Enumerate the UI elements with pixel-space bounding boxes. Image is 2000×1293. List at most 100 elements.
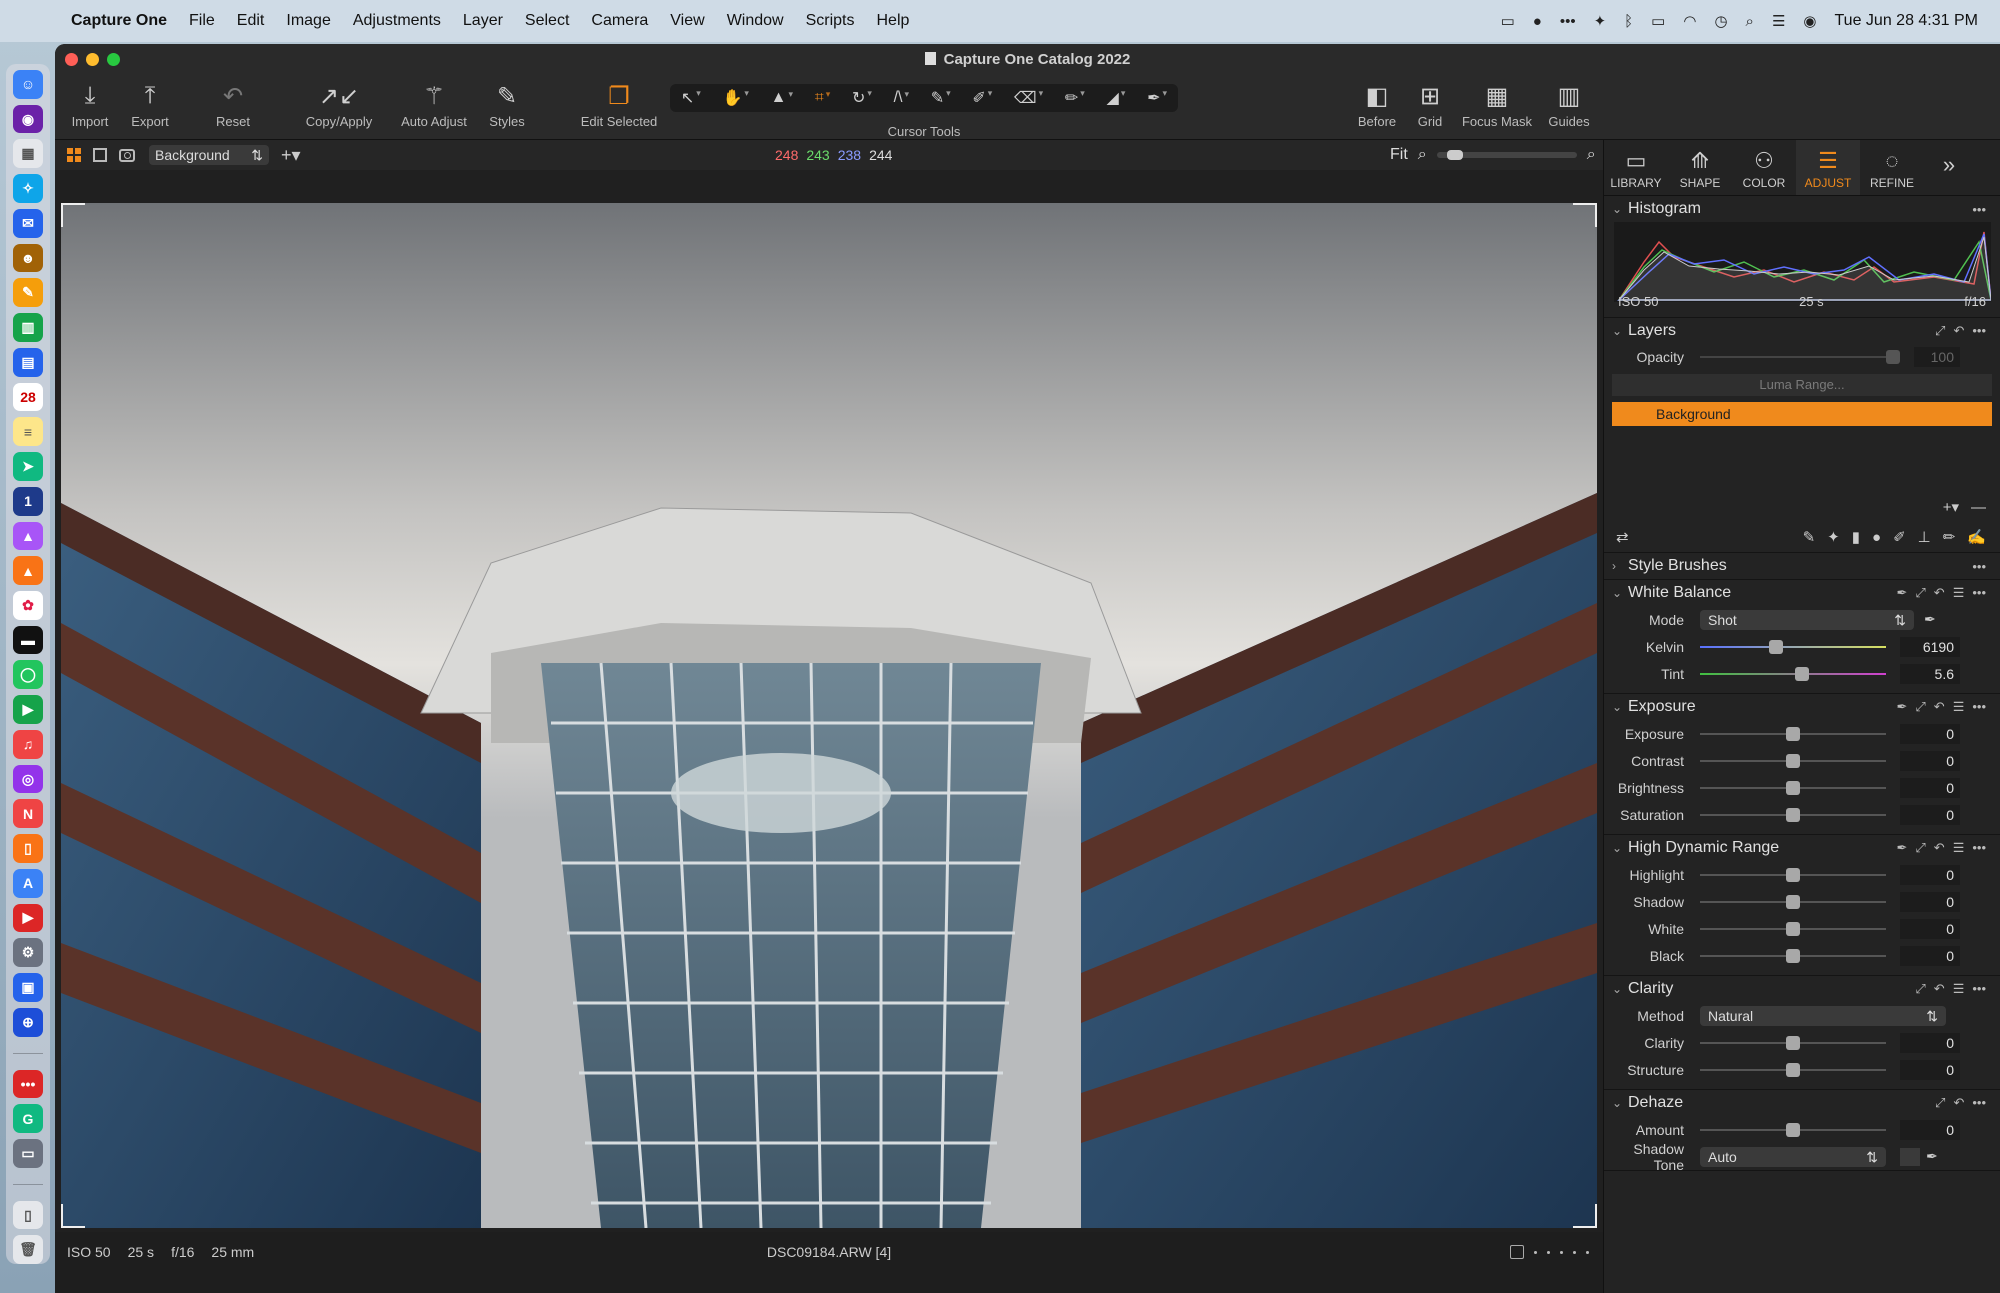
slider-knob[interactable] (1786, 1062, 1800, 1077)
messages-icon[interactable]: ◯ (13, 660, 43, 690)
saturation-value[interactable]: 0 (1900, 804, 1960, 825)
picker-icon[interactable]: ✒ (1896, 840, 1907, 856)
tab-library[interactable]: ▭ LIBRARY (1604, 140, 1668, 195)
system-preferences-icon[interactable]: ⚙ (13, 938, 43, 968)
guides-button[interactable]: ▥ Guides (1541, 78, 1597, 130)
presets-icon[interactable]: ☰ (1953, 981, 1965, 997)
saturation-slider[interactable] (1700, 807, 1886, 822)
affinity-photo-icon[interactable]: ▲ (13, 521, 43, 551)
crop-handle-tr[interactable] (1573, 203, 1597, 227)
more-apps-icon[interactable]: ••• (13, 1069, 43, 1099)
slider-knob[interactable] (1769, 639, 1784, 654)
dehaze-header[interactable]: ⌄ Dehaze ⤢ ↶ ••• (1604, 1090, 2000, 1116)
zoom-in-icon[interactable]: ⌕ (1587, 146, 1596, 164)
contrast-value[interactable]: 0 (1900, 750, 1960, 771)
add-layer-icon[interactable]: +▾ (281, 145, 301, 166)
black-value[interactable]: 0 (1900, 945, 1960, 966)
draw-icon[interactable]: ✏ (1943, 528, 1956, 546)
contacts-icon[interactable]: ☻ (13, 243, 43, 273)
finder-icon[interactable]: ☺ (13, 70, 43, 99)
tab-adjust[interactable]: ☰ ADJUST (1796, 140, 1860, 195)
books-icon[interactable]: ▯ (13, 834, 43, 863)
single-view-icon[interactable] (93, 148, 107, 162)
more-dots-icon[interactable]: ••• (1560, 13, 1576, 30)
battery-icon[interactable]: ▭ (1651, 12, 1665, 30)
slider-knob[interactable] (1786, 780, 1800, 795)
shadow-tone-select[interactable]: Auto ⇅ (1700, 1146, 1886, 1167)
calendar-icon[interactable]: 28 (13, 382, 43, 412)
tab-shape[interactable]: ⟰ SHAPE (1668, 140, 1732, 195)
menu-window[interactable]: Window (716, 12, 795, 30)
tab-refine[interactable]: ◌ REFINE (1860, 140, 1924, 195)
dropbox-icon[interactable]: ✦ (1594, 12, 1607, 30)
slider-knob[interactable] (1786, 726, 1800, 741)
pages-icon[interactable]: ✎ (13, 278, 43, 308)
white-value[interactable]: 0 (1900, 918, 1960, 939)
tint-slider[interactable] (1700, 666, 1886, 681)
select-cursor-icon[interactable]: ↖ ▾ (681, 88, 701, 108)
exposure-value[interactable]: 0 (1900, 723, 1960, 744)
reset-icon[interactable]: ↶ (1953, 323, 1964, 339)
select-checkbox[interactable] (1510, 1245, 1524, 1259)
grammarly-icon[interactable]: ● (1533, 13, 1542, 30)
more-icon[interactable]: ••• (1972, 559, 2000, 574)
app-store-icon[interactable]: A (13, 868, 43, 898)
clarity-slider[interactable] (1700, 1035, 1886, 1050)
opacity-slider[interactable] (1700, 350, 1900, 364)
viewer-camera-icon[interactable] (119, 148, 135, 162)
highlight-value[interactable]: 0 (1900, 864, 1960, 885)
amount-value[interactable]: 0 (1900, 1119, 1960, 1140)
contrast-slider[interactable] (1700, 753, 1886, 768)
erase-icon[interactable]: ⌫ ▾ (1014, 88, 1043, 108)
expand-icon[interactable]: ⤢ (1935, 323, 1945, 339)
luma-range-button[interactable]: Luma Range... (1612, 374, 1992, 396)
slider-knob[interactable] (1786, 867, 1800, 882)
pan-icon[interactable]: ✋ ▾ (722, 88, 748, 108)
grid-button[interactable]: ⊞ Grid (1407, 78, 1453, 130)
more-icon[interactable]: ••• (1972, 323, 1986, 339)
clone-icon[interactable]: ✐ ▾ (972, 88, 992, 108)
menu-image[interactable]: Image (275, 12, 341, 30)
loupe-icon[interactable]: ▲ ▾ (771, 89, 793, 107)
downloads-icon[interactable]: ▭ (13, 1139, 43, 1168)
expand-icon[interactable]: ⤢ (1915, 585, 1925, 601)
grammarly-app-icon[interactable]: G (13, 1104, 43, 1134)
wb-mode-select[interactable]: Shot ⇅ (1700, 609, 1914, 630)
style-brushes-header[interactable]: › Style Brushes ••• (1604, 553, 2000, 579)
shadow-value[interactable]: 0 (1900, 891, 1960, 912)
picker-icon[interactable]: ✒ (1896, 585, 1907, 601)
bluetooth-icon[interactable]: ᛒ (1624, 13, 1633, 30)
expand-icon[interactable]: ⤢ (1915, 981, 1925, 997)
picker-icon[interactable]: ✒ (1896, 699, 1907, 715)
clock[interactable]: Tue Jun 28 4:31 PM (1835, 12, 1979, 30)
more-tabs-button[interactable]: » (1924, 140, 1974, 195)
add-icon[interactable]: +▾ (1943, 498, 1959, 516)
gradient-icon[interactable]: ◢ ▾ (1107, 88, 1126, 108)
radial-gradient-icon[interactable]: ● (1872, 529, 1881, 546)
maps-icon[interactable]: ➤ (13, 452, 43, 481)
slider-knob[interactable] (1786, 753, 1800, 768)
control-center-icon[interactable]: ☰ (1772, 12, 1785, 30)
rating-dot[interactable] (1560, 1250, 1563, 1254)
black-slider[interactable] (1700, 948, 1886, 963)
focus-mask-button[interactable]: ▦ Focus Mask (1455, 78, 1539, 130)
rating-dot[interactable] (1547, 1250, 1550, 1254)
auto-mask-icon[interactable]: ✍ (1967, 528, 1986, 546)
brightness-value[interactable]: 0 (1900, 777, 1960, 798)
rotate-icon[interactable]: ↻ ▾ (852, 88, 872, 108)
expand-icon[interactable]: ⤢ (1915, 699, 1925, 715)
clarity-value[interactable]: 0 (1900, 1032, 1960, 1053)
slider-knob[interactable] (1795, 666, 1810, 681)
documents-icon[interactable]: ▯ (13, 1200, 43, 1230)
launchpad-icon[interactable]: ▦ (13, 139, 43, 169)
shadow-slider[interactable] (1700, 894, 1886, 909)
exposure-slider[interactable] (1700, 726, 1886, 741)
menu-select[interactable]: Select (514, 12, 580, 30)
numbers-icon[interactable]: ▥ (13, 313, 43, 342)
expand-icon[interactable]: ⤢ (1935, 1095, 1945, 1111)
menu-app[interactable]: Capture One (60, 12, 178, 30)
more-icon[interactable]: ••• (1972, 585, 1986, 601)
brightness-slider[interactable] (1700, 780, 1886, 795)
affinity-publisher-icon[interactable]: ▲ (13, 556, 43, 586)
preview-icon[interactable]: ▣ (13, 973, 43, 1002)
